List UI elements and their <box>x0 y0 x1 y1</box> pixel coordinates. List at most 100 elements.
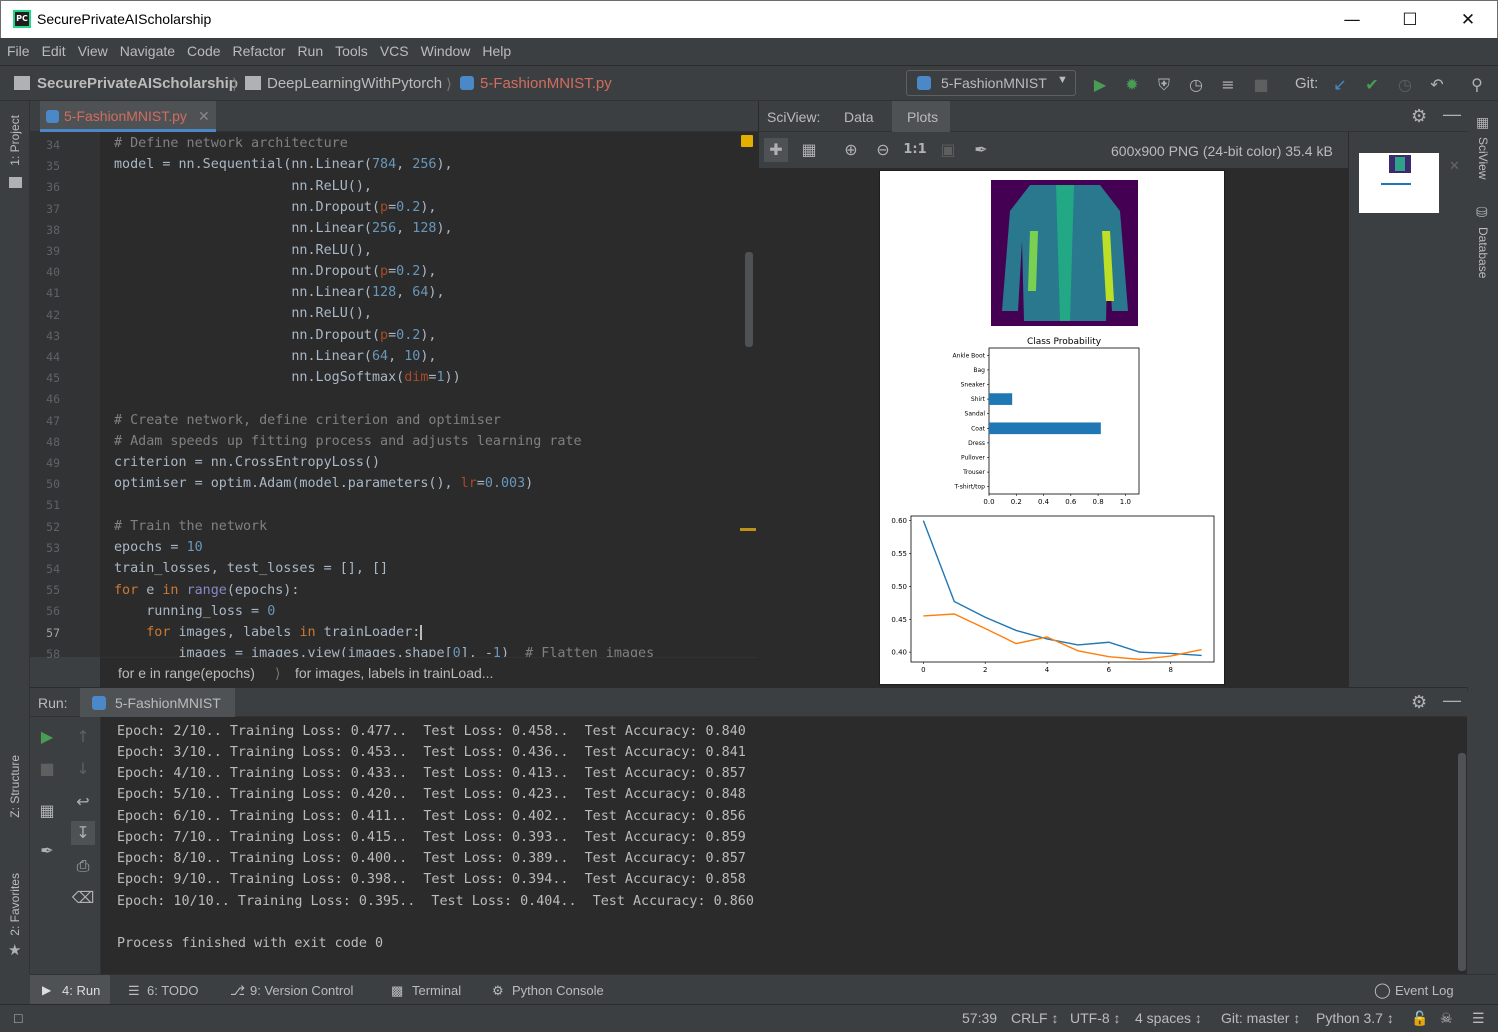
favorites-tool-window[interactable]: 2: Favorites <box>8 873 22 936</box>
gear-icon[interactable]: ⚙ <box>1411 692 1427 713</box>
breadcrumb-project[interactable]: SecurePrivateAIScholarship <box>37 75 238 92</box>
git-branch[interactable]: Git: master ↕ <box>1221 1010 1300 1026</box>
git-update-icon[interactable]: ↙ <box>1329 74 1351 96</box>
tab-todo[interactable]: 6: TODO <box>147 983 199 998</box>
file-encoding[interactable]: UTF-8 ↕ <box>1070 1010 1121 1026</box>
tab-data[interactable]: Data <box>844 109 874 125</box>
history-icon[interactable]: ◷ <box>1394 74 1416 96</box>
zoom-in-icon[interactable]: ⊕ <box>839 138 863 162</box>
event-log-button[interactable]: Event Log <box>1395 983 1454 998</box>
actual-size-button[interactable]: 1:1 <box>903 138 927 162</box>
color-picker-icon[interactable]: ✒ <box>969 138 993 162</box>
pycharm-logo-icon: PC <box>13 10 31 28</box>
sciview-tool-window[interactable]: SciView <box>1476 137 1490 179</box>
plot-thumbnail[interactable] <box>1359 153 1439 213</box>
stop-icon[interactable]: ■ <box>35 757 59 781</box>
code-line: for e in range(epochs): <box>114 583 300 598</box>
line-number: 45 <box>46 371 60 386</box>
coverage-icon[interactable]: ⛨ <box>1153 74 1175 96</box>
y-tick-label: 0.55 <box>891 550 907 558</box>
grid-icon[interactable]: ▦ <box>797 138 821 162</box>
console-output[interactable]: Epoch: 2/10.. Training Loss: 0.477.. Tes… <box>101 717 1457 974</box>
bar-category-label: Pullover <box>961 455 986 462</box>
database-tool-window[interactable]: Database <box>1476 227 1490 278</box>
inspector-icon[interactable]: ☠ <box>1440 1010 1453 1027</box>
git-commit-icon[interactable]: ✔ <box>1361 74 1383 96</box>
notifications-icon[interactable]: ☰ <box>1472 1010 1485 1027</box>
code-line: running_loss = 0 <box>114 604 276 619</box>
run-config-select[interactable]: 5-FashionMNIST ▼ <box>906 70 1076 96</box>
breadcrumb-inner-loop[interactable]: for images, labels in trainLoad... <box>295 665 493 681</box>
x-tick-label: 0.8 <box>1093 498 1104 506</box>
fit-icon[interactable]: ✚ <box>764 138 788 162</box>
down-arrow-icon[interactable]: ↓ <box>71 757 95 781</box>
menu-vcs[interactable]: VCS <box>375 38 414 59</box>
run-icon[interactable]: ▶ <box>1089 74 1111 96</box>
soft-wrap-icon[interactable]: ↩ <box>71 790 95 814</box>
tab-python-console[interactable]: Python Console <box>512 983 604 998</box>
close-thumbnail-icon[interactable]: ✕ <box>1449 159 1460 174</box>
scroll-thumb[interactable] <box>1458 753 1466 971</box>
editor-scrollbar[interactable] <box>740 132 758 657</box>
lock-icon[interactable]: 🔓 <box>1411 1010 1428 1027</box>
code-editor[interactable]: # Define network architecture model = nn… <box>100 132 740 657</box>
breadcrumb-folder[interactable]: DeepLearningWithPytorch <box>267 75 442 92</box>
menu-window[interactable]: Window <box>416 38 476 59</box>
debug-icon[interactable]: ✹ <box>1121 74 1143 96</box>
bar-chart-title: Class Probability <box>1027 337 1102 347</box>
hide-icon[interactable]: — <box>1443 104 1461 125</box>
hide-icon[interactable]: — <box>1443 690 1461 711</box>
minimize-icon[interactable]: — <box>1323 1 1381 39</box>
revert-icon[interactable]: ↶ <box>1426 74 1448 96</box>
tab-version-control[interactable]: 9: Version Control <box>250 983 353 998</box>
run-config-tab[interactable]: 5-FashionMNIST <box>115 695 221 711</box>
menu-run[interactable]: Run <box>292 38 328 59</box>
x-tick-label: 0 <box>921 666 925 674</box>
search-icon[interactable]: ⚲ <box>1466 74 1488 96</box>
stop-icon[interactable]: ■ <box>1250 74 1272 96</box>
structure-tool-window[interactable]: Z: Structure <box>8 755 22 818</box>
breadcrumb-file[interactable]: 5-FashionMNIST.py <box>480 75 612 92</box>
toggle-tool-windows-icon[interactable]: □ <box>14 1010 22 1026</box>
title-bar: PC SecurePrivateAIScholarship — ☐ ✕ <box>0 0 1498 38</box>
warning-marker[interactable] <box>740 528 756 531</box>
tab-plots[interactable]: Plots <box>907 109 938 125</box>
print-icon[interactable]: ⎙ <box>71 854 95 878</box>
pin-icon[interactable]: ✒ <box>35 839 59 863</box>
tab-run[interactable]: 4: Run <box>62 983 100 998</box>
scroll-thumb[interactable] <box>745 252 753 347</box>
line-separator[interactable]: CRLF ↕ <box>1011 1010 1058 1026</box>
menu-refactor[interactable]: Refactor <box>228 38 291 59</box>
zoom-out-icon[interactable]: ⊖ <box>871 138 895 162</box>
project-tool-window[interactable]: 1: Project <box>8 115 22 166</box>
indent-setting[interactable]: 4 spaces ↕ <box>1135 1010 1202 1026</box>
tab-fashionmnist[interactable]: 5-FashionMNIST.py ✕ <box>40 101 216 132</box>
caret-position[interactable]: 57:39 <box>962 1010 997 1026</box>
menu-view[interactable]: View <box>73 38 113 59</box>
layout-icon[interactable]: ▦ <box>35 799 59 823</box>
rerun-icon[interactable]: ▶ <box>35 725 59 749</box>
concurrency-icon[interactable]: ≡ <box>1217 74 1239 96</box>
profile-icon[interactable]: ◷ <box>1185 74 1207 96</box>
menu-file[interactable]: File <box>2 38 35 59</box>
menu-help[interactable]: Help <box>477 38 516 59</box>
run-tab-icon: ▶ <box>42 983 52 997</box>
python-interpreter[interactable]: Python 3.7 ↕ <box>1316 1010 1394 1026</box>
maximize-icon[interactable]: ☐ <box>1381 1 1439 39</box>
breadcrumb-for-loop[interactable]: for e in range(epochs) <box>118 665 255 681</box>
x-tick-label: 8 <box>1168 666 1172 674</box>
tab-terminal[interactable]: Terminal <box>412 983 461 998</box>
menu-tools[interactable]: Tools <box>330 38 373 59</box>
up-arrow-icon[interactable]: ↑ <box>71 725 95 749</box>
close-icon[interactable]: ✕ <box>1439 1 1497 39</box>
line-number: 49 <box>46 456 60 470</box>
menu-edit[interactable]: Edit <box>37 38 71 59</box>
background-icon[interactable]: ▣ <box>936 138 960 162</box>
close-tab-icon[interactable]: ✕ <box>198 108 210 125</box>
gear-icon[interactable]: ⚙ <box>1411 106 1427 127</box>
menu-navigate[interactable]: Navigate <box>115 38 180 59</box>
scroll-to-end-icon[interactable]: ↧ <box>71 821 95 845</box>
menu-code[interactable]: Code <box>182 38 225 59</box>
console-scrollbar[interactable] <box>1457 717 1467 974</box>
trash-icon[interactable]: ⌫ <box>71 886 95 910</box>
